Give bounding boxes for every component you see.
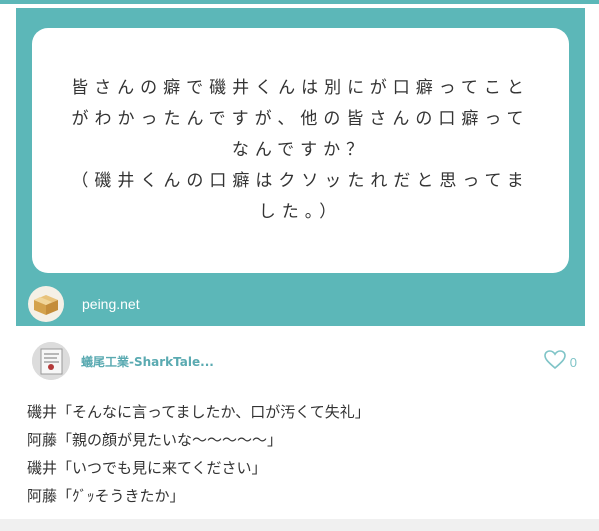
answer-line: 磯井「いつでも見に来てください」	[27, 459, 267, 477]
answer-text: 磯井「そんなに言ってましたか、口が汚くて失礼」 阿藤「親の顔が見たいな〜〜〜〜〜…	[27, 398, 567, 510]
answer-line: 磯井「そんなに言ってましたか、口が汚くて失礼」	[27, 403, 370, 421]
author-row: 蟻尾工業-SharkTale... 0	[32, 342, 577, 380]
heart-outline-icon[interactable]	[543, 350, 566, 374]
like-button[interactable]: 0	[543, 350, 577, 374]
top-accent-rule	[0, 0, 599, 4]
answer-line: 阿藤「親の顔が見たいな〜〜〜〜〜」	[27, 431, 283, 449]
brand-name[interactable]: peing.net	[82, 296, 140, 312]
like-count: 0	[569, 354, 577, 370]
bottom-divider	[0, 519, 599, 531]
cardboard-box-icon	[28, 286, 64, 322]
author-name[interactable]: 蟻尾工業-SharkTale...	[81, 353, 214, 370]
question-card[interactable]: 皆さんの癖で磯井くんは別にが口癖ってことがわかったんですが、他の皆さんの口癖って…	[16, 8, 585, 326]
user-avatar-icon[interactable]	[32, 342, 70, 380]
question-bubble: 皆さんの癖で磯井くんは別にが口癖ってことがわかったんですが、他の皆さんの口癖って…	[32, 28, 569, 273]
answer-line: 阿藤「ｸﾞｯそうきたか」	[27, 487, 185, 505]
question-text: 皆さんの癖で磯井くんは別にが口癖ってことがわかったんですが、他の皆さんの口癖って…	[71, 78, 530, 222]
